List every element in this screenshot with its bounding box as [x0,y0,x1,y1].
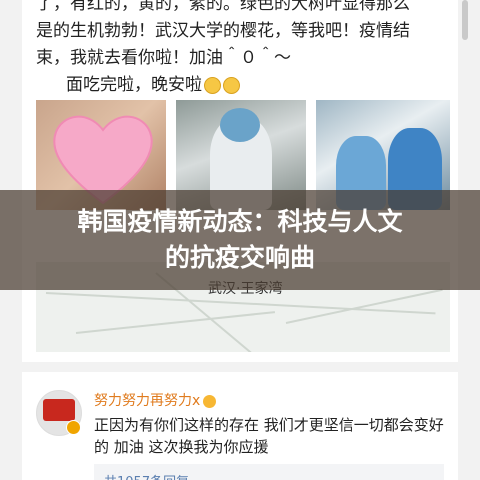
comment-body: 正因为有你们这样的存在 我们才更坚信一切都会变好的 加油 这次换我为你应援 [94,416,444,456]
post-text-line: 面吃完啦，晚安啦 [36,72,448,99]
post-text-line-content: 面吃完啦，晚安啦 [66,75,202,95]
headline-title: 韩国疫情新动态：科技与人文 的抗疫交响曲 [0,190,480,276]
reply-summary-link[interactable]: 共1057条回复 [104,471,189,480]
headline-line: 的抗疫交响曲 [164,243,315,272]
post-text-line: 了，有红的，黄的，紫的。绿色的大树叶显得那么 [36,0,410,14]
comment-username-text[interactable]: 努力努力再努力x [94,393,200,409]
headline-banner: 韩国疫情新动态：科技与人文 的抗疫交响曲 [0,190,480,290]
flag-icon [43,399,75,421]
user-badge-icon [203,394,217,408]
comment-item: 努力努力再努力x 正因为有你们这样的存在 我们才更坚信一切都会变好的 加油 这次… [22,380,458,480]
post-text: 了，有红的，黄的，紫的。绿色的大树叶显得那么 是的生机勃勃！武汉大学的樱花，等我… [36,0,448,99]
section-divider [22,362,458,372]
scrollbar[interactable] [462,0,468,40]
smile-emoji-icon [223,76,240,94]
comment-username[interactable]: 努力努力再努力x [94,390,217,410]
smile-emoji-icon [204,76,221,94]
verified-badge-icon [66,420,81,435]
post-text-line: 束，我就去看你啦！加油＾０＾～ [36,48,291,68]
headline-line: 韩国疫情新动态：科技与人文 [77,207,403,236]
post-text-line: 是的生机勃勃！武汉大学的樱花，等我吧！疫情结 [36,21,410,41]
reply-summary-box[interactable]: 共1057条回复 [94,464,444,480]
